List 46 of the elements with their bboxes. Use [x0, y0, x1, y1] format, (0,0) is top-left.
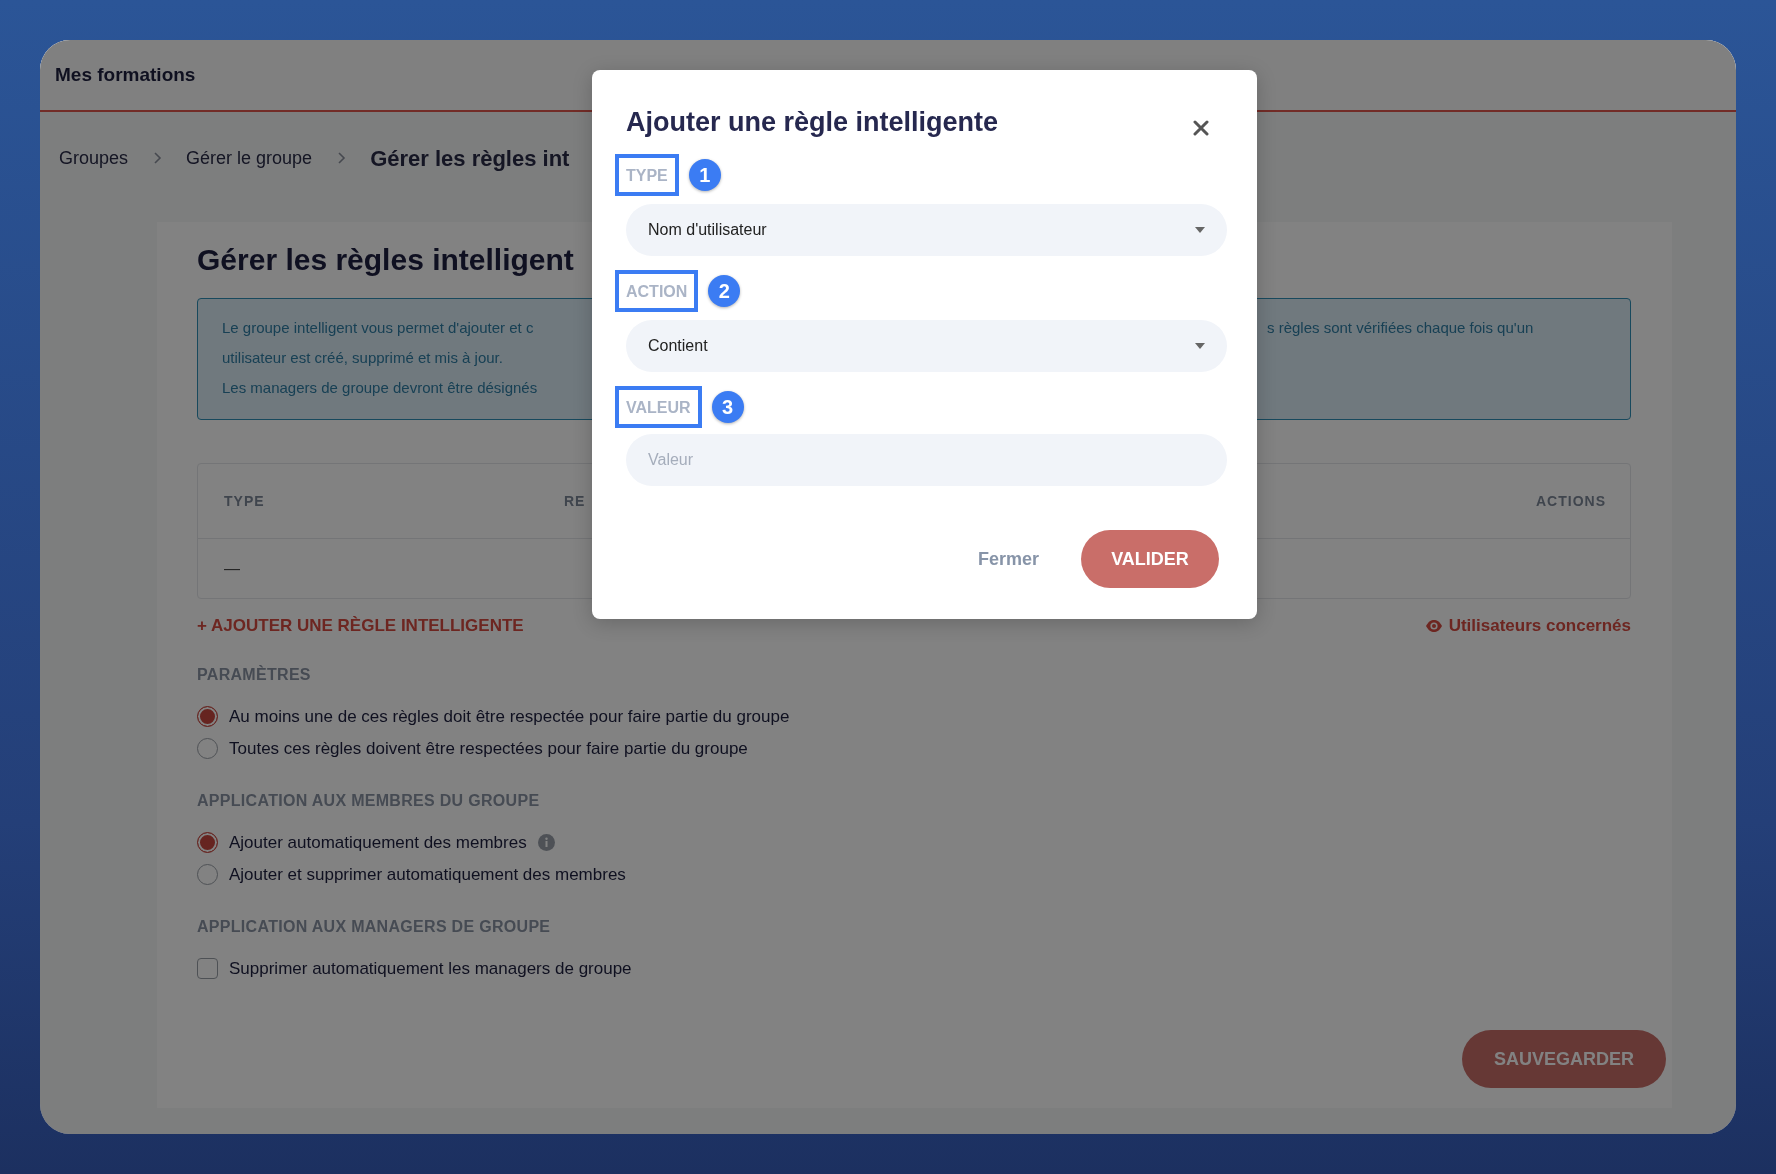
info-text: s règles sont vérifiées chaque fois qu'un — [1267, 319, 1534, 336]
option-label: Supprimer automatiquement les managers de groupe — [229, 957, 632, 980]
save-button[interactable]: SAUVEGARDER — [1461, 1030, 1666, 1088]
field-label: ACTION — [615, 270, 699, 312]
section-title: PARAMÈTRES — [197, 664, 312, 685]
page-heading: Gérer les règles intelligent — [197, 242, 574, 278]
step-badge: 3 — [711, 391, 744, 423]
caret-icon — [1195, 343, 1205, 349]
info-text: utilisateur est créé, supprimé et mis à jour. — [222, 348, 504, 368]
table-cell-text: — — [224, 558, 240, 579]
input-field[interactable]: Valeur — [626, 434, 1227, 486]
section-title: APPLICATION AUX MANAGERS DE GROUPE — [197, 916, 552, 937]
dialog-title: Ajouter une règle intelligente — [626, 106, 999, 139]
close-text-button[interactable]: Fermer — [977, 545, 1039, 573]
field-label: TYPE — [615, 154, 679, 196]
info-text: Les managers de groupe devront être désignés — [222, 378, 539, 398]
option-label: Ajouter et supprimer automatiquement des membres — [229, 863, 626, 886]
app-title: Mes formations — [55, 62, 196, 87]
radio-button[interactable] — [197, 706, 218, 727]
info-icon — [537, 834, 555, 851]
option-label: Ajouter automatiquement des membres — [229, 831, 527, 854]
radio-button[interactable] — [197, 738, 218, 759]
section-title: APPLICATION AUX MEMBRES DU GROUPE — [197, 790, 541, 811]
radio-button[interactable] — [197, 832, 218, 853]
close-icon — [1193, 120, 1209, 136]
breadcrumb-item[interactable]: Groupes — [59, 144, 129, 172]
add-rule-link[interactable]: + AJOUTER UNE RÈGLE INTELLIGENTE — [197, 613, 524, 639]
radio-button[interactable] — [197, 864, 218, 885]
option-label: Toutes ces règles doivent être respectées pour faire partie du groupe — [229, 737, 748, 760]
step-badge: 1 — [688, 159, 721, 191]
submit-button[interactable]: VALIDER — [1081, 530, 1219, 588]
field-label: VALEUR — [615, 386, 702, 428]
select-field[interactable]: Contient — [626, 320, 1227, 372]
affected-users-link[interactable]: Utilisateurs concernés — [1424, 613, 1631, 639]
column-header: ACTIONS — [1536, 491, 1606, 511]
eye-icon — [1424, 618, 1443, 633]
select-field[interactable]: Nom d'utilisateur — [626, 204, 1227, 256]
checkbox[interactable] — [197, 958, 218, 979]
caret-icon — [1195, 227, 1205, 233]
column-header: RE — [564, 491, 587, 511]
breadcrumb-item[interactable]: Gérer le groupe — [186, 144, 313, 172]
info-text: Le groupe intelligent vous permet d'ajouter et c — [222, 318, 535, 338]
column-header: TYPE — [224, 491, 266, 511]
breadcrumb-item: Gérer les règles int — [370, 144, 570, 173]
option-label: Au moins une de ces règles doit être respectée pour faire partie du groupe — [229, 705, 790, 728]
step-badge: 2 — [708, 275, 741, 307]
